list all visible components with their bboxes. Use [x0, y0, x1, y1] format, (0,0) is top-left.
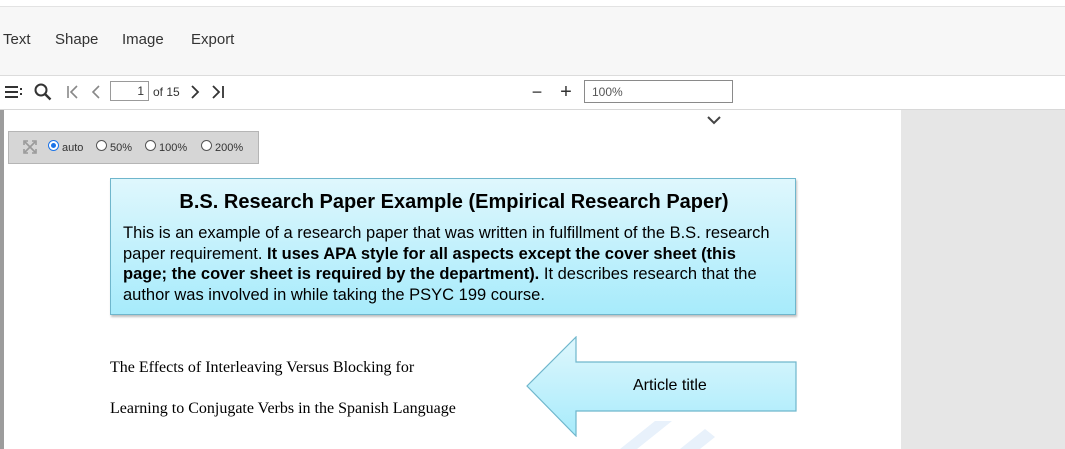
zoom-200-label: 200%: [215, 142, 244, 154]
zoom-auto-radio[interactable]: [48, 140, 59, 151]
callout-body: This is an example of a research paper t…: [123, 223, 783, 305]
next-page-icon[interactable]: [185, 82, 205, 102]
menu-item-export[interactable]: Export: [191, 31, 234, 48]
zoom-level-input[interactable]: 100%: [584, 80, 733, 103]
menu-item-image[interactable]: Image: [122, 31, 164, 48]
zoom-options-panel: auto 50% 100% 200%: [8, 131, 259, 164]
article-title-line-1: The Effects of Interleaving Versus Block…: [110, 359, 415, 376]
zoom-50-radio[interactable]: [96, 140, 107, 151]
zoom-in-icon[interactable]: +: [556, 81, 576, 103]
last-page-icon[interactable]: [208, 82, 228, 102]
menu-item-text[interactable]: Text: [3, 31, 31, 48]
viewer-left-border: [0, 110, 4, 449]
sidebar-toggle-icon[interactable]: [5, 82, 25, 102]
zoom-100-label: 100%: [159, 142, 188, 154]
chevron-down-icon[interactable]: [705, 113, 723, 132]
zoom-out-icon[interactable]: −: [527, 82, 547, 102]
zoom-50-label: 50%: [110, 142, 133, 154]
watermark-shape-icon: [620, 421, 715, 449]
callout-title: B.S. Research Paper Example (Empirical R…: [179, 191, 729, 213]
article-title-arrow-label: Article title: [633, 377, 707, 394]
article-title-line-2: Learning to Conjugate Verbs in the Spani…: [110, 400, 456, 417]
page-count-label: of 15: [153, 85, 180, 99]
search-icon[interactable]: [33, 82, 53, 102]
zoom-auto-label: auto: [62, 142, 84, 154]
cover-sheet-callout: B.S. Research Paper Example (Empirical R…: [110, 178, 796, 315]
window-top-edge: [0, 0, 1065, 7]
zoom-200-radio[interactable]: [201, 140, 212, 151]
viewer-right-gutter: [901, 110, 1065, 449]
fit-screen-icon[interactable]: [23, 140, 37, 159]
menu-item-shape[interactable]: Shape: [55, 31, 98, 48]
first-page-icon[interactable]: [63, 82, 83, 102]
viewer-toolbar: of 15 − + 100%: [0, 76, 1065, 110]
zoom-100-radio[interactable]: [145, 140, 156, 151]
page-number-input[interactable]: [110, 81, 149, 101]
previous-page-icon[interactable]: [86, 82, 106, 102]
menu-bar: Text Shape Image Export: [0, 7, 1065, 76]
